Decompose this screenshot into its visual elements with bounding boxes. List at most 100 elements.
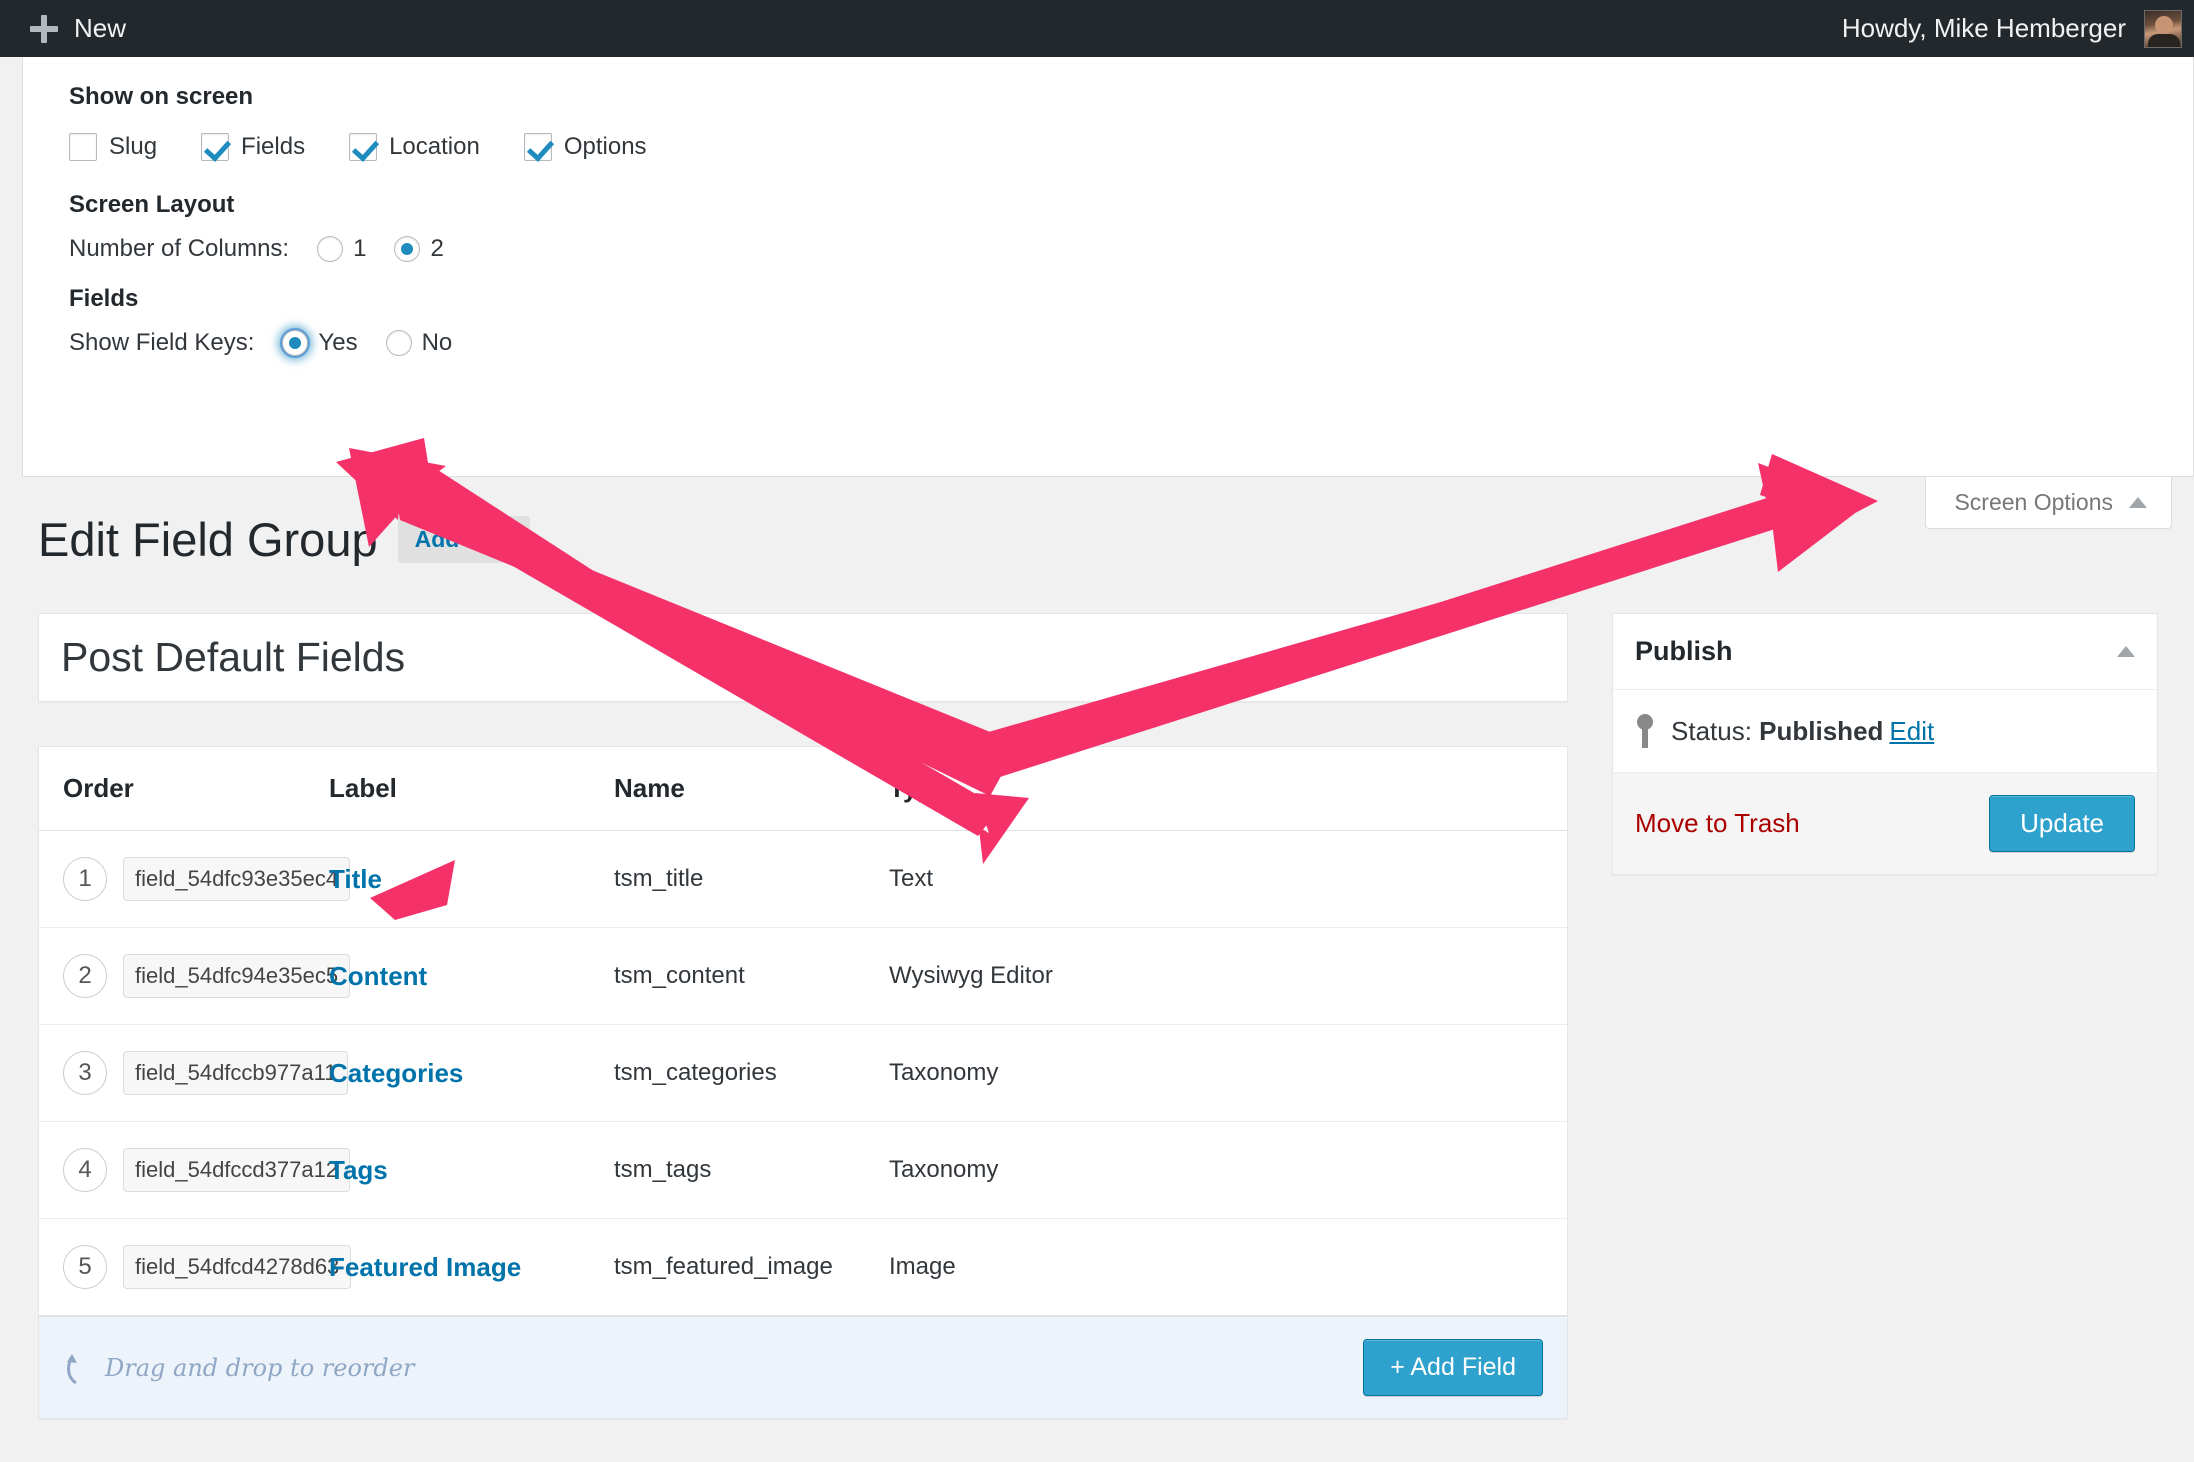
- radio-columns-1[interactable]: [317, 236, 344, 262]
- chevron-up-icon: [2129, 497, 2147, 508]
- field-label-link[interactable]: Title: [329, 864, 382, 894]
- field-key[interactable]: field_54dfc93e35ec4: [123, 857, 351, 901]
- page-heading-row: Edit Field Group Add New: [38, 512, 530, 567]
- admin-bar-right: Howdy, Mike Hemberger: [1842, 9, 2194, 48]
- publish-metabox: Publish Status: Published Edit Move to Tr…: [1612, 613, 2158, 875]
- chevron-up-icon[interactable]: [2117, 646, 2135, 657]
- table-row[interactable]: 4 field_54dfccd377a12 Tags tsm_tags Taxo…: [39, 1121, 1567, 1219]
- status-prefix: Status:: [1671, 715, 1752, 746]
- status-value: Published: [1759, 715, 1884, 746]
- curved-arrow-icon: [67, 1353, 77, 1384]
- table-row[interactable]: 1 field_54dfc93e35ec4 Title tsm_title Te…: [39, 830, 1567, 928]
- order-number: 5: [63, 1245, 107, 1289]
- cell-order: 1 field_54dfc93e35ec4: [39, 830, 351, 928]
- column-header-name: Name: [614, 747, 889, 831]
- table-header-row: Order Label Name Type: [39, 747, 1567, 831]
- checkbox-item-slug[interactable]: Slug: [69, 133, 157, 161]
- table-row[interactable]: 2 field_54dfc94e35ec5 Content tsm_conten…: [39, 927, 1567, 1025]
- order-cell: 5 field_54dfcd4278d63: [63, 1245, 352, 1289]
- admin-bar-left: New: [0, 13, 126, 44]
- checkbox-slug[interactable]: [69, 133, 97, 161]
- fields-metabox-footer: Drag and drop to reorder + Add Field: [39, 1316, 1567, 1418]
- order-cell: 4 field_54dfccd377a12: [63, 1148, 351, 1192]
- status-text: Status: Published Edit: [1671, 716, 1934, 747]
- avatar[interactable]: [2144, 9, 2182, 48]
- admin-bar-new-link[interactable]: New: [74, 13, 126, 44]
- cell-order: 3 field_54dfccb977a11: [39, 1024, 349, 1122]
- table-row[interactable]: 3 field_54dfccb977a11 Categories tsm_cat…: [39, 1024, 1567, 1122]
- checkbox-item-fields[interactable]: Fields: [201, 133, 305, 161]
- cell-label: Content: [329, 927, 614, 1025]
- checkbox-item-options[interactable]: Options: [523, 133, 647, 161]
- cell-name: tsm_tags: [614, 1121, 889, 1219]
- checkbox-fields[interactable]: [201, 133, 230, 161]
- radio-item-field-keys-yes[interactable]: Yes: [282, 329, 358, 357]
- field-key[interactable]: field_54dfcd4278d63: [123, 1245, 352, 1289]
- collapsed-admin-menu-strip: [0, 57, 22, 1462]
- screen-options-panel: Show on screen Slug Fields Location Opti…: [22, 57, 2194, 477]
- table-row[interactable]: 5 field_54dfcd4278d63 Featured Image tsm…: [39, 1218, 1567, 1316]
- radio-item-columns-2[interactable]: 2: [394, 235, 444, 263]
- group-title-input[interactable]: [61, 634, 1545, 681]
- show-on-screen-checkbox-group: Slug Fields Location Options: [69, 133, 2147, 161]
- radio-item-field-keys-no[interactable]: No: [385, 329, 453, 357]
- cell-order: 5 field_54dfcd4278d63: [39, 1218, 352, 1316]
- cell-label: Tags: [329, 1121, 614, 1219]
- radio-columns-2[interactable]: [394, 236, 421, 262]
- radio-field-keys-no[interactable]: [385, 330, 412, 356]
- howdy-greeting[interactable]: Howdy, Mike Hemberger: [1842, 13, 2126, 44]
- admin-bar: New Howdy, Mike Hemberger: [0, 0, 2194, 57]
- cell-order: 2 field_54dfc94e35ec5: [39, 927, 351, 1025]
- order-cell: 3 field_54dfccb977a11: [63, 1051, 349, 1095]
- cell-label: Featured Image: [329, 1218, 614, 1316]
- radio-label-columns-1: 1: [353, 235, 367, 262]
- cell-type: Text: [889, 830, 1567, 928]
- field-key[interactable]: field_54dfc94e35ec5: [123, 954, 351, 998]
- cell-order: 4 field_54dfccd377a12: [39, 1121, 351, 1219]
- cell-name: tsm_content: [614, 927, 889, 1025]
- radio-field-keys-yes[interactable]: [282, 330, 309, 356]
- cell-type: Taxonomy: [889, 1121, 1567, 1219]
- cell-type: Taxonomy: [889, 1024, 1567, 1122]
- drag-and-drop-hint-text: Drag and drop to reorder: [105, 1353, 415, 1382]
- field-label-link[interactable]: Content: [329, 961, 427, 991]
- radio-item-columns-1[interactable]: 1: [317, 235, 366, 263]
- column-header-type: Type: [889, 747, 1567, 831]
- status-edit-link[interactable]: Edit: [1889, 716, 1934, 746]
- checkbox-location[interactable]: [349, 133, 378, 161]
- field-key[interactable]: field_54dfccb977a11: [123, 1051, 349, 1095]
- add-new-button[interactable]: Add New: [397, 516, 530, 563]
- cell-type: Wysiwyg Editor: [889, 927, 1567, 1025]
- screen-options-tab[interactable]: Screen Options: [1925, 477, 2172, 529]
- page-title: Edit Field Group: [38, 513, 378, 566]
- publish-metabox-header[interactable]: Publish: [1613, 614, 2157, 690]
- fields-table-head: Order Label Name Type: [39, 747, 1567, 831]
- radio-label-columns-2: 2: [430, 235, 444, 262]
- order-number: 1: [63, 857, 107, 901]
- order-number: 3: [63, 1051, 107, 1095]
- field-label-link[interactable]: Categories: [329, 1058, 463, 1088]
- field-key[interactable]: field_54dfccd377a12: [123, 1148, 351, 1192]
- field-label-link[interactable]: Featured Image: [329, 1252, 521, 1282]
- radio-label-field-keys-no: No: [421, 329, 453, 356]
- order-cell: 1 field_54dfc93e35ec4: [63, 857, 351, 901]
- checkbox-options[interactable]: [523, 133, 552, 161]
- add-field-button[interactable]: + Add Field: [1363, 1339, 1543, 1396]
- update-button[interactable]: Update: [1989, 795, 2135, 852]
- publish-metabox-title: Publish: [1635, 636, 1733, 666]
- pin-icon: [1635, 714, 1655, 748]
- order-cell: 2 field_54dfc94e35ec5: [63, 954, 351, 998]
- show-field-keys-row: Show Field Keys: Yes No: [69, 329, 2147, 357]
- page-root: New Howdy, Mike Hemberger Show on screen…: [0, 0, 2194, 1462]
- cell-name: tsm_title: [614, 830, 889, 928]
- cell-name: tsm_categories: [614, 1024, 889, 1122]
- field-label-link[interactable]: Tags: [329, 1155, 388, 1185]
- column-header-label: Label: [329, 747, 614, 831]
- cell-name: tsm_featured_image: [614, 1218, 889, 1316]
- checkbox-item-location[interactable]: Location: [349, 133, 480, 161]
- move-to-trash-link[interactable]: Move to Trash: [1635, 808, 1800, 839]
- sidebar-column: Publish Status: Published Edit Move to Tr…: [1612, 613, 2158, 875]
- cell-label: Categories: [329, 1024, 614, 1122]
- fields-heading: Fields: [69, 285, 139, 312]
- checkbox-label-fields: Fields: [241, 133, 306, 160]
